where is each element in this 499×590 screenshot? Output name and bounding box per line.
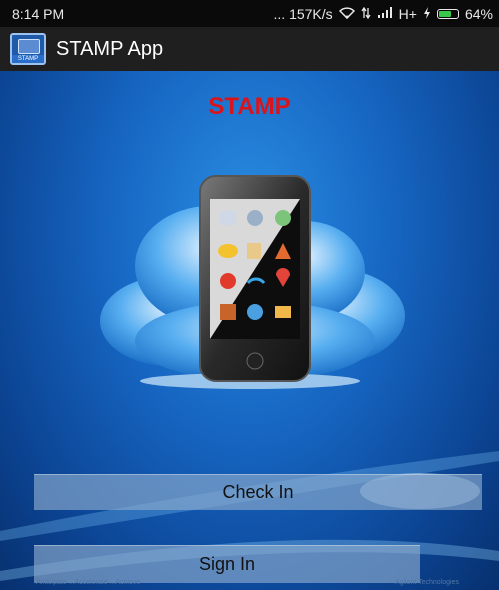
signal-icon: [377, 6, 393, 22]
sign-in-button[interactable]: Sign In: [34, 545, 420, 583]
splash-title: STAMP: [208, 93, 291, 120]
app-logo-icon: STAMP: [10, 33, 46, 65]
action-bar: STAMP STAMP App: [0, 27, 499, 71]
battery-percent: 64%: [464, 5, 493, 22]
status-time: 8:14 PM: [12, 5, 65, 22]
footer-left-text: Anticipate ...Accelerate ...Achieve: [36, 579, 141, 586]
status-bar: 8:14 PM ... 157K/s H+ 64%: [0, 0, 499, 27]
data-arrows-icon: [361, 6, 371, 22]
cloud-phone-illustration: [90, 171, 410, 401]
signal-type: H+: [398, 5, 417, 22]
splash-screen: STAMP Check In Sign In Anticipate ...Acc…: [0, 71, 499, 590]
status-indicators: ... 157K/s H+ 64%: [274, 6, 493, 22]
wifi-icon: [338, 6, 355, 22]
app-title: STAMP App: [56, 37, 164, 60]
app-logo-word: STAMP: [12, 55, 44, 63]
charging-icon: [423, 6, 431, 22]
battery-icon: [436, 8, 459, 19]
footer-tagline: Anticipate ...Accelerate ...Achieve Agil…: [0, 579, 499, 590]
footer-right-text: Agilent Technologies: [394, 579, 459, 586]
network-speed: ... 157K/s: [273, 5, 333, 22]
check-in-button[interactable]: Check In: [34, 474, 482, 510]
